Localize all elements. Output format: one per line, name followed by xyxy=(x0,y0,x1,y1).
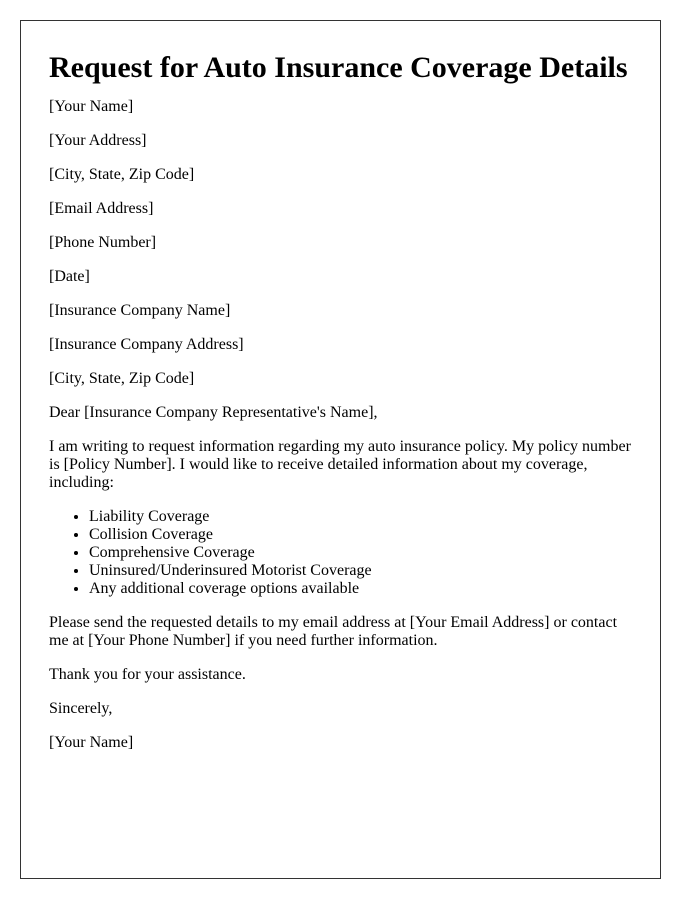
coverage-item: Comprehensive Coverage xyxy=(89,544,632,562)
salutation: Dear [Insurance Company Representative's… xyxy=(49,404,378,421)
closing: Sincerely, xyxy=(49,700,113,717)
sender-phone: [Phone Number] xyxy=(49,234,157,251)
thanks-paragraph: Thank you for your assistance. xyxy=(49,666,246,683)
recipient-address: [Insurance Company Address] xyxy=(49,336,244,353)
sender-address: [Your Address] xyxy=(49,132,147,149)
coverage-item: Collision Coverage xyxy=(89,526,632,544)
letter-title: Request for Auto Insurance Coverage Deta… xyxy=(49,51,628,84)
sender-city-state-zip: [City, State, Zip Code] xyxy=(49,166,195,183)
recipient-company: [Insurance Company Name] xyxy=(49,302,231,319)
recipient-city-state-zip: [City, State, Zip Code] xyxy=(49,370,195,387)
sender-name: [Your Name] xyxy=(49,98,134,115)
sender-email: [Email Address] xyxy=(49,200,154,217)
coverage-list: Liability Coverage Collision Coverage Co… xyxy=(49,508,632,598)
signature: [Your Name] xyxy=(49,734,134,751)
request-paragraph: Please send the requested details to my … xyxy=(49,614,618,649)
letter-container: Request for Auto Insurance Coverage Deta… xyxy=(20,20,661,879)
letter-date: [Date] xyxy=(49,268,90,285)
coverage-item: Any additional coverage options availabl… xyxy=(89,580,632,598)
intro-paragraph: I am writing to request information rega… xyxy=(49,438,631,491)
coverage-item: Uninsured/Underinsured Motorist Coverage xyxy=(89,562,632,580)
coverage-item: Liability Coverage xyxy=(89,508,632,526)
